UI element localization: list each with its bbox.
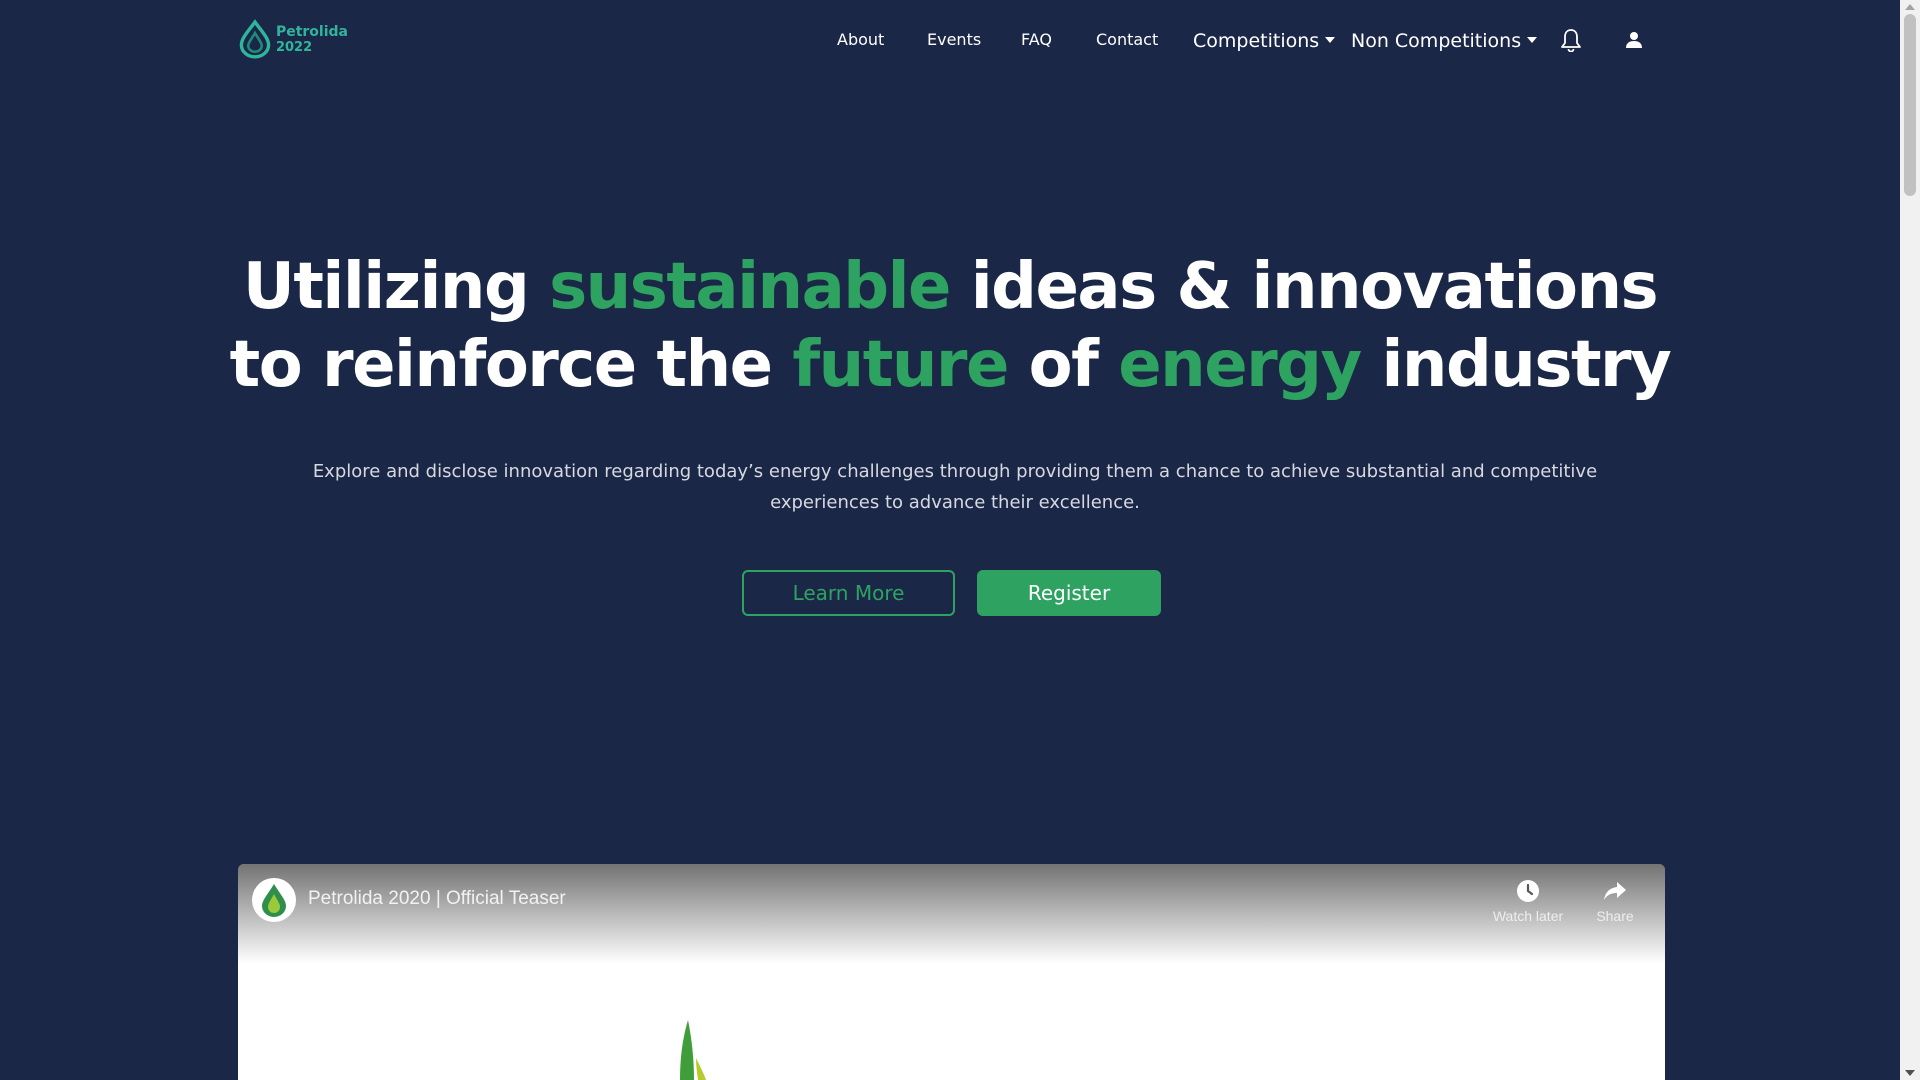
nav-competitions-label: Competitions: [1193, 30, 1320, 52]
leaf-thumbnail-graphic: [680, 1020, 706, 1080]
scroll-down-arrow-icon[interactable]: [1905, 1070, 1915, 1076]
register-button[interactable]: Register: [977, 570, 1161, 616]
hero-text: ideas & innovations: [949, 250, 1659, 324]
watch-later-label: Watch later: [1492, 908, 1564, 924]
share-button[interactable]: Share: [1575, 878, 1655, 924]
user-account-button[interactable]: [1620, 26, 1648, 54]
hero-text: of: [1007, 328, 1119, 402]
nav-links: About Events FAQ Contact Competitions No…: [0, 0, 1900, 82]
nav-non-competitions-label: Non Competitions: [1351, 30, 1522, 52]
hero-text: to reinforce the: [229, 328, 793, 402]
hero-subtitle: Explore and disclose innovation regardin…: [310, 456, 1600, 518]
hero-highlight: sustainable: [549, 250, 951, 324]
channel-avatar[interactable]: [252, 878, 296, 922]
share-arrow-icon: [1604, 882, 1626, 900]
nav-contact[interactable]: Contact: [1096, 30, 1158, 49]
nav-non-competitions-dropdown[interactable]: Non Competitions: [1351, 30, 1538, 52]
video-embed[interactable]: Petrolida 2020 | Official Teaser Watch l…: [238, 864, 1665, 1080]
hero-headline: Utilizing sustainable ideas & innovation…: [0, 248, 1900, 404]
nav-about[interactable]: About: [837, 30, 884, 49]
drop-logo-icon: [262, 884, 286, 917]
video-title[interactable]: Petrolida 2020 | Official Teaser: [308, 888, 566, 910]
hero-subtitle-line-2: experiences to advance their excellence.: [770, 492, 1140, 513]
learn-more-button[interactable]: Learn More: [742, 570, 955, 616]
hero-text: Utilizing: [242, 250, 550, 324]
scrollbar-thumb[interactable]: [1904, 14, 1916, 196]
scroll-up-arrow-icon[interactable]: [1905, 4, 1915, 10]
video-header-overlay: [238, 864, 1665, 964]
hero-line-1: Utilizing sustainable ideas & innovation…: [242, 250, 1659, 324]
notifications-button[interactable]: [1557, 26, 1585, 54]
caret-down-icon: [1527, 37, 1538, 43]
hero-highlight: energy: [1118, 328, 1362, 402]
navbar: Petrolida 2022 About Events FAQ Contact …: [0, 0, 1900, 82]
caret-down-icon: [1325, 37, 1336, 43]
hero-line-2: to reinforce the future of energy indust…: [229, 328, 1672, 402]
hero-text: industry: [1360, 328, 1671, 402]
hero-highlight: future: [792, 328, 1009, 402]
bell-icon: [1561, 29, 1581, 52]
nav-faq[interactable]: FAQ: [1021, 30, 1052, 49]
watch-later-button[interactable]: Watch later: [1488, 878, 1568, 924]
share-label: Share: [1596, 908, 1634, 924]
clock-icon: [1517, 880, 1539, 902]
page-scrollbar[interactable]: [1900, 0, 1920, 1080]
hero-subtitle-line-1: Explore and disclose innovation regardin…: [312, 461, 1598, 482]
nav-events[interactable]: Events: [927, 30, 981, 49]
user-icon: [1626, 32, 1642, 48]
nav-competitions-dropdown[interactable]: Competitions: [1193, 30, 1336, 52]
